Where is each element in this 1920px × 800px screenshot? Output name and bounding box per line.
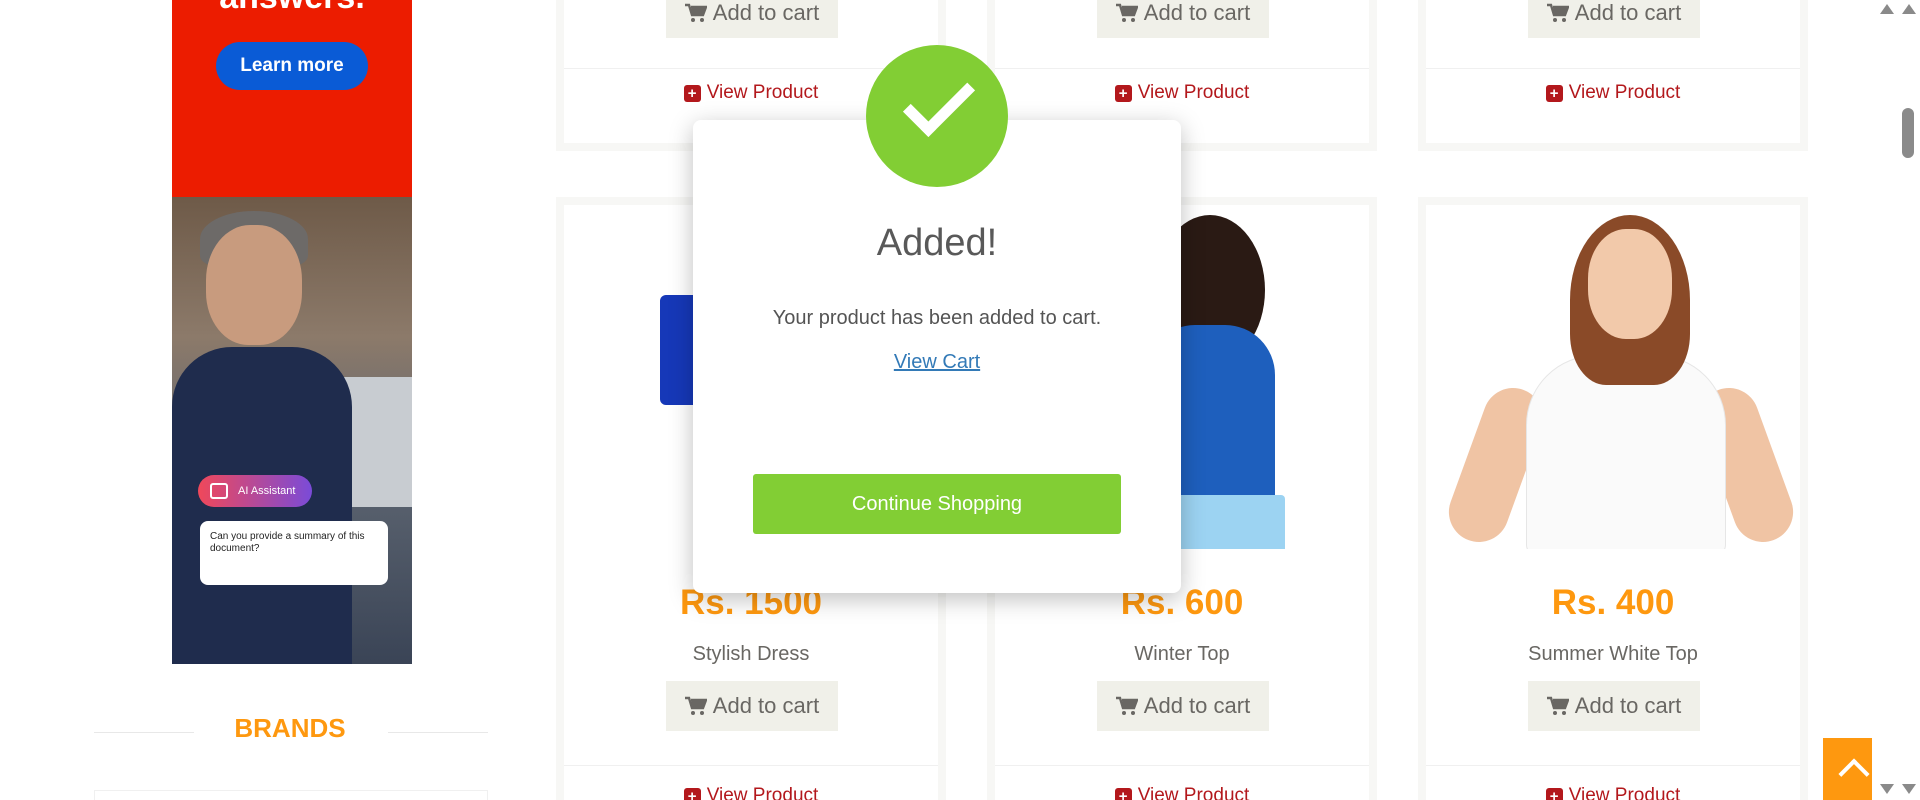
view-product-label: View Product xyxy=(706,82,819,103)
view-product-label: View Product xyxy=(1568,82,1681,103)
shopping-bag-image xyxy=(1175,495,1285,549)
product-name: Stylish Dress xyxy=(692,643,810,665)
brands-divider-left xyxy=(94,732,194,733)
card-divider xyxy=(564,765,938,766)
learn-more-button[interactable]: Learn more xyxy=(216,42,368,90)
success-check-badge xyxy=(866,45,1008,187)
add-to-cart-button[interactable]: Add to cart xyxy=(1097,681,1269,731)
ad-photo: AI Assistant Can you provide a summary o… xyxy=(172,197,412,664)
person-head-image xyxy=(206,225,302,345)
brands-title: BRANDS xyxy=(234,713,346,743)
scroll-up-arrow-icon[interactable] xyxy=(1880,4,1894,14)
scroll-up-arrow-icon[interactable] xyxy=(1902,4,1916,14)
add-to-cart-button[interactable]: Add to cart xyxy=(1097,0,1269,38)
ad-prompt-card: Can you provide a summary of this docume… xyxy=(200,521,388,585)
cart-icon xyxy=(684,3,707,22)
view-product-label: View Product xyxy=(706,785,819,800)
add-to-cart-button[interactable]: Add to cart xyxy=(666,681,838,731)
ai-assistant-label: AI Assistant xyxy=(238,485,296,497)
chevron-up-icon xyxy=(1838,758,1870,790)
cart-icon xyxy=(684,696,707,715)
add-to-cart-button[interactable]: Add to cart xyxy=(1528,0,1700,38)
plus-square-icon: + xyxy=(1114,84,1132,102)
product-card-top-3: Add to cart + View Product xyxy=(1418,0,1808,151)
brands-divider-right xyxy=(388,732,488,733)
view-product-label: View Product xyxy=(1137,82,1250,103)
add-to-cart-label: Add to cart xyxy=(1143,0,1251,25)
view-cart-link[interactable]: View Cart xyxy=(894,351,980,373)
plus-square-icon: + xyxy=(683,787,701,800)
cart-icon xyxy=(1546,3,1569,22)
add-to-cart-button[interactable]: Add to cart xyxy=(666,0,838,38)
model-face-image xyxy=(1588,229,1672,339)
brands-list xyxy=(94,790,488,800)
plus-square-icon: + xyxy=(1545,787,1563,800)
modal-title: Added! xyxy=(876,222,998,264)
check-icon xyxy=(902,64,976,138)
product-price: Rs. 400 xyxy=(1551,583,1675,622)
ad-headline: answers. xyxy=(172,0,412,17)
add-to-cart-button[interactable]: Add to cart xyxy=(1528,681,1700,731)
cart-icon xyxy=(1115,696,1138,715)
product-card-summer-white-top: Rs. 400 Summer White Top Add to cart + V… xyxy=(1418,197,1808,800)
scrollbar-thumb[interactable] xyxy=(1902,108,1914,158)
cart-icon xyxy=(1115,3,1138,22)
added-to-cart-modal: Added! Your product has been added to ca… xyxy=(693,120,1181,593)
add-to-cart-label: Add to cart xyxy=(1574,693,1682,718)
scroll-down-arrow-icon[interactable] xyxy=(1902,784,1916,794)
card-divider xyxy=(995,765,1369,766)
add-to-cart-label: Add to cart xyxy=(1143,693,1251,718)
view-product-link[interactable]: + View Product xyxy=(995,82,1369,104)
card-divider xyxy=(1426,68,1800,69)
chat-icon xyxy=(210,483,228,499)
add-to-cart-label: Add to cart xyxy=(712,693,820,718)
view-product-label: View Product xyxy=(1568,785,1681,800)
product-name: Winter Top xyxy=(1134,643,1230,665)
card-divider xyxy=(564,68,938,69)
view-cart-link-wrapper: View Cart xyxy=(693,351,1181,374)
continue-shopping-button[interactable]: Continue Shopping xyxy=(753,474,1121,534)
page: answers. Learn more AI Assistant Can you… xyxy=(0,0,1920,800)
page-scrollbar[interactable] xyxy=(1872,0,1920,800)
add-to-cart-label: Add to cart xyxy=(1574,0,1682,25)
view-product-link[interactable]: + View Product xyxy=(995,785,1369,800)
card-divider xyxy=(995,68,1369,69)
add-to-cart-label: Add to cart xyxy=(712,0,820,25)
view-product-link[interactable]: + View Product xyxy=(1426,785,1800,800)
cart-icon xyxy=(1546,696,1569,715)
product-image[interactable] xyxy=(1426,205,1800,549)
ai-assistant-chip: AI Assistant xyxy=(198,475,312,507)
advertisement-banner[interactable]: answers. Learn more AI Assistant Can you… xyxy=(172,0,412,664)
plus-square-icon: + xyxy=(1545,84,1563,102)
card-divider xyxy=(1426,765,1800,766)
view-product-link[interactable]: + View Product xyxy=(564,785,938,800)
view-product-label: View Product xyxy=(1137,785,1250,800)
plus-square-icon: + xyxy=(1114,787,1132,800)
view-product-link[interactable]: + View Product xyxy=(1426,82,1800,104)
product-name: Summer White Top xyxy=(1528,643,1698,665)
plus-square-icon: + xyxy=(683,84,701,102)
scroll-down-arrow-icon[interactable] xyxy=(1880,784,1894,794)
modal-message: Your product has been added to cart. xyxy=(772,307,1102,329)
